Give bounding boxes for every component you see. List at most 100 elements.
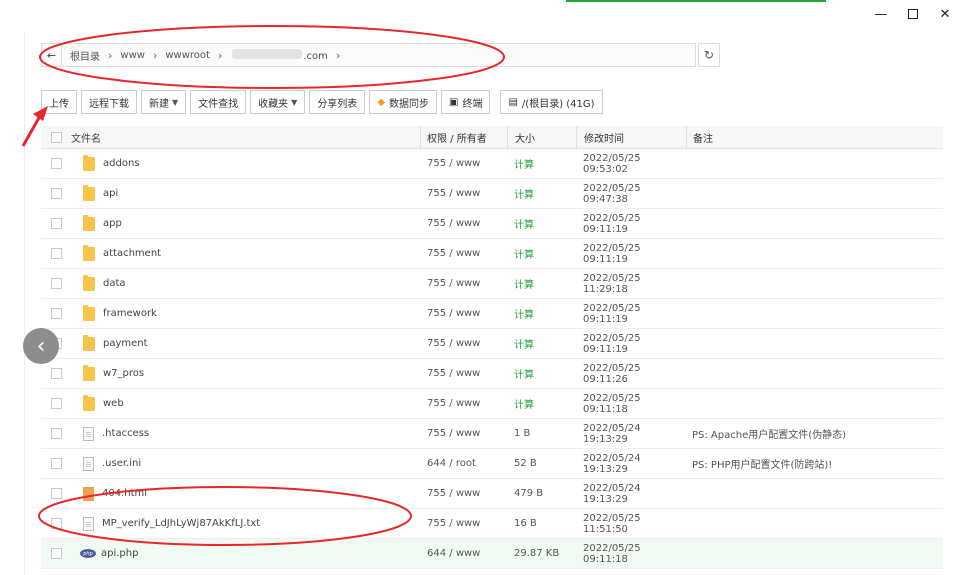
path-bar[interactable]: ← 根目录 › www › wwwroot › .com › [41,43,696,67]
file-size[interactable]: 计算 [507,366,576,381]
file-size[interactable]: 计算 [507,276,576,291]
file-perm[interactable]: 755 / www [420,368,507,379]
file-perm[interactable]: 644 / www [420,548,507,559]
file-size[interactable]: 计算 [507,186,576,201]
favorites-button[interactable]: 收藏夹 ▼ [250,90,306,114]
file-search-button[interactable]: 文件查找 [190,90,247,114]
table-row[interactable]: app 755 / www 计算 2022/05/25 09:11:19 [41,209,943,239]
file-name[interactable]: framework [103,308,157,319]
remote-download-button[interactable]: 远程下载 [81,90,137,114]
row-checkbox[interactable] [50,398,62,409]
breadcrumb-wwwroot[interactable]: wwwroot [165,50,210,61]
header-mtime[interactable]: 修改时间 [576,125,686,149]
file-size[interactable]: 计算 [507,216,576,231]
file-perm[interactable]: 755 / www [420,188,507,199]
row-checkbox[interactable] [50,518,62,529]
row-checkbox[interactable] [50,368,62,379]
file-perm[interactable]: 755 / www [420,278,507,289]
row-checkbox[interactable] [50,218,62,229]
file-perm[interactable]: 755 / www [420,428,507,439]
file-name[interactable]: api [103,188,118,199]
minimize-icon[interactable]: — [865,0,897,28]
file-size[interactable]: 计算 [507,306,576,321]
row-checkbox[interactable] [50,548,62,559]
file-perm[interactable]: 755 / www [420,488,507,499]
file-name[interactable]: w7_pros [103,368,144,379]
file-size[interactable]: 计算 [507,246,576,261]
prev-arrow-button[interactable]: ‹ [23,328,59,364]
row-checkbox[interactable] [50,488,62,499]
terminal-icon: ▣ [449,96,459,108]
file-perm[interactable]: 644 / root [420,458,507,469]
file-perm[interactable]: 755 / www [420,218,507,229]
chevron-down-icon: ▼ [291,97,298,107]
redacted-domain [232,48,303,59]
table-row[interactable]: .htaccess 755 / www 1 B 2022/05/24 19:13:29… [41,419,943,449]
header-size[interactable]: 大小 [507,125,576,149]
table-row[interactable]: addons 755 / www 计算 2022/05/25 09:53:02 [41,149,943,179]
header-name[interactable]: 文件名 [71,126,420,149]
new-button[interactable]: 新建 ▼ [141,90,187,114]
file-perm[interactable]: 755 / www [420,158,507,169]
row-checkbox[interactable] [50,458,62,469]
data-sync-button[interactable]: ◆ 数据同步 [369,90,438,114]
upload-button[interactable]: 上传 [41,90,77,114]
file-size[interactable]: 计算 [507,396,576,411]
row-checkbox[interactable] [50,428,62,439]
table-row[interactable]: w7_pros 755 / www 计算 2022/05/25 09:11:26 [41,359,943,389]
file-name[interactable]: .htaccess [102,428,149,439]
file-name[interactable]: MP_verify_LdJhLyWj87AkKfLJ.txt [102,518,260,529]
file-name[interactable]: app [103,218,122,229]
file-name[interactable]: payment [103,338,148,349]
maximize-icon[interactable] [897,0,929,28]
folder-icon [83,244,95,261]
table-row[interactable]: .user.ini 644 / root 52 B 2022/05/24 19:13:… [41,449,943,479]
file-name[interactable]: api.php [101,548,138,559]
file-perm[interactable]: 755 / www [420,308,507,319]
file-note[interactable]: PS: PHP用户配置文件(防跨站)! [686,456,943,471]
table-row[interactable]: api 755 / www 计算 2022/05/25 09:47:38 [41,179,943,209]
terminal-button[interactable]: ▣ 终端 [441,90,491,114]
row-checkbox[interactable] [50,188,62,199]
file-size[interactable]: 计算 [507,336,576,351]
breadcrumb-www[interactable]: www [120,50,145,61]
select-all-checkbox[interactable] [50,131,62,143]
row-checkbox[interactable] [50,248,62,259]
share-list-button[interactable]: 分享列表 [309,90,366,114]
table-row[interactable]: 404.html 755 / www 479 B 2022/05/24 19:13:2… [41,479,943,509]
file-name[interactable]: 404.html [102,488,147,499]
file-name[interactable]: addons [103,158,140,169]
file-mtime: 2022/05/25 09:53:02 [583,152,641,175]
file-mtime: 2022/05/25 09:11:19 [583,302,641,325]
file-perm[interactable]: 755 / www [420,518,507,529]
file-note[interactable]: PS: Apache用户配置文件(伪静态) [686,426,943,441]
file-perm[interactable]: 755 / www [420,248,507,259]
close-icon[interactable]: ✕ [929,0,961,28]
refresh-icon[interactable]: ↻ [698,43,720,67]
table-row[interactable]: php api.php 644 / www 29.87 KB 2022/05/25 09… [41,539,943,569]
file-name[interactable]: web [103,398,124,409]
chevron-down-icon: ▼ [172,97,179,107]
disk-button[interactable]: ▤/(根目录) (41G) [500,90,603,114]
table-row[interactable]: framework 755 / www 计算 2022/05/25 09:11:19 [41,299,943,329]
header-perm[interactable]: 权限 / 所有者 [420,125,507,149]
file-name[interactable]: .user.ini [102,458,141,469]
table-row[interactable]: data 755 / www 计算 2022/05/25 11:29:18 [41,269,943,299]
file-size[interactable]: 计算 [507,156,576,171]
row-checkbox[interactable] [50,308,62,319]
back-arrow-icon[interactable]: ← [42,44,62,66]
row-checkbox[interactable] [50,278,62,289]
table-row[interactable]: web 755 / www 计算 2022/05/25 09:11:18 [41,389,943,419]
table-row[interactable]: payment 755 / www 计算 2022/05/25 09:11:19 [41,329,943,359]
file-name[interactable]: attachment [103,248,161,259]
file-perm[interactable]: 755 / www [420,398,507,409]
file-mtime: 2022/05/25 11:51:50 [583,512,641,535]
row-checkbox[interactable] [50,158,62,169]
file-table: 文件名 权限 / 所有者 大小 修改时间 备注 addons 755 / www 计… [41,125,943,569]
breadcrumb-domain[interactable]: .com [232,48,328,62]
file-perm[interactable]: 755 / www [420,338,507,349]
table-row[interactable]: MP_verify_LdJhLyWj87AkKfLJ.txt 755 / www 1… [41,509,943,539]
table-row[interactable]: attachment 755 / www 计算 2022/05/25 09:11:19 [41,239,943,269]
file-name[interactable]: data [103,278,126,289]
breadcrumb-root[interactable]: 根目录 [70,48,100,63]
